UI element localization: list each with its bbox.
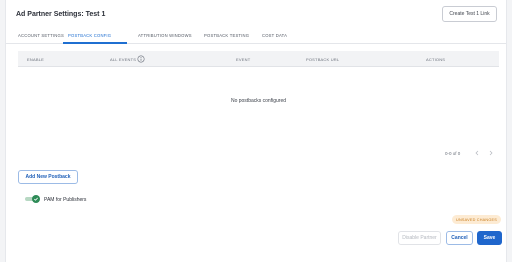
pam-for-publishers-label: PAM for Publishers (44, 197, 87, 203)
column-header-all-events: ALL EVENTS (110, 57, 137, 62)
toggle-knob (32, 195, 40, 203)
save-button[interactable]: Save (477, 231, 502, 245)
add-new-postback-button[interactable]: Add New Postback (18, 170, 78, 184)
tab-postback-config[interactable]: POSTBACK CONFIG (68, 33, 111, 38)
column-header-actions: ACTIONS (426, 57, 446, 62)
create-test-link-button[interactable]: Create Test 1 Link (442, 6, 497, 22)
header: Ad Partner Settings: Test 1 Create Test … (6, 0, 506, 28)
tab-account-settings[interactable]: ACCOUNT SETTINGS (18, 33, 64, 38)
chevron-right-icon[interactable] (486, 148, 496, 158)
tab-bar: ACCOUNT SETTINGS POSTBACK CONFIG ATTRIBU… (6, 28, 506, 44)
empty-state-message: No postbacks configured (230, 98, 287, 104)
ad-partner-settings-panel: Ad Partner Settings: Test 1 Create Test … (5, 0, 507, 262)
column-header-postback-url: POSTBACK URL (306, 57, 340, 62)
active-tab-indicator (63, 42, 127, 44)
info-icon[interactable] (137, 55, 145, 63)
unsaved-changes-badge: UNSAVED CHANGES (452, 215, 501, 224)
chevron-left-icon[interactable] (472, 148, 482, 158)
check-icon (34, 197, 38, 201)
tab-postback-testing[interactable]: POSTBACK TESTING (204, 33, 249, 38)
column-header-enable: ENABLE (27, 57, 44, 62)
cancel-button[interactable]: Cancel (446, 231, 473, 245)
postbacks-table: ENABLE ALL EVENTS EVENT POSTBACK URL ACT… (18, 51, 499, 104)
table-header: ENABLE ALL EVENTS EVENT POSTBACK URL ACT… (18, 51, 499, 67)
disable-partner-button[interactable]: Disable Partner (398, 231, 441, 245)
pam-for-publishers-toggle[interactable] (25, 195, 40, 203)
page-title: Ad Partner Settings: Test 1 (16, 11, 106, 18)
tab-attribution-windows[interactable]: ATTRIBUTION WINDOWS (138, 33, 192, 38)
pagination-range: 0-0 of 0 (445, 151, 461, 156)
tab-cost-data[interactable]: COST DATA (262, 33, 287, 38)
column-header-event: EVENT (236, 57, 251, 62)
